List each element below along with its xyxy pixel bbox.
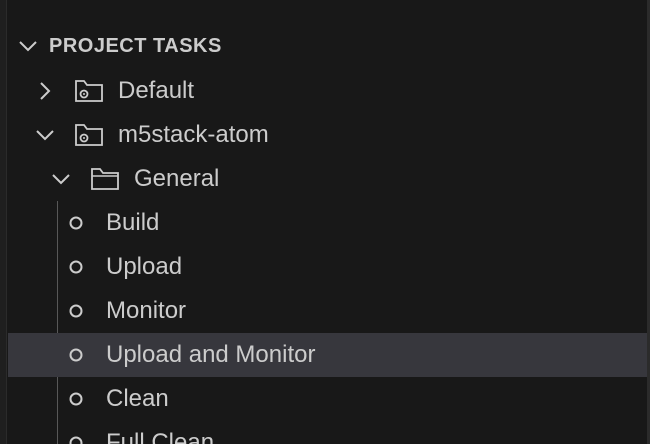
circle-icon — [69, 304, 83, 318]
section-title: PROJECT TASKS — [49, 34, 222, 57]
chevron-down-icon — [36, 130, 54, 141]
task-item-full-clean[interactable]: Full Clean — [8, 421, 647, 444]
circle-icon — [69, 392, 83, 406]
circle-icon — [69, 216, 83, 230]
project-folder-gear-icon — [75, 80, 103, 102]
tree-item-label: m5stack-atom — [118, 121, 269, 148]
task-item-build[interactable]: Build — [8, 201, 647, 245]
chevron-down-icon — [19, 41, 37, 52]
circle-icon — [69, 260, 83, 274]
folder-icon — [91, 168, 119, 190]
task-item-upload[interactable]: Upload — [8, 245, 647, 289]
circle-icon — [69, 348, 83, 362]
task-label: Build — [106, 209, 160, 236]
task-label: Upload — [106, 253, 183, 280]
tree-item-general[interactable]: General — [8, 157, 647, 201]
chevron-right-icon — [40, 82, 51, 100]
task-label: Clean — [106, 385, 169, 412]
task-label: Full Clean — [106, 429, 215, 444]
panel-left-border — [0, 0, 7, 444]
tree-item-m5stack-atom[interactable]: m5stack-atom — [8, 113, 647, 157]
task-item-upload-and-monitor[interactable]: Upload and Monitor — [8, 333, 647, 377]
circle-icon — [69, 436, 83, 444]
task-item-clean[interactable]: Clean — [8, 377, 647, 421]
section-header-project-tasks[interactable]: PROJECT TASKS — [8, 24, 647, 68]
task-label: Upload and Monitor — [106, 341, 316, 368]
tree-item-label: General — [134, 165, 220, 192]
task-item-monitor[interactable]: Monitor — [8, 289, 647, 333]
project-folder-gear-icon — [75, 124, 103, 146]
tree-item-label: Default — [118, 77, 195, 104]
task-label: Monitor — [106, 297, 187, 324]
tree-item-default[interactable]: Default — [8, 69, 647, 113]
chevron-down-icon — [52, 174, 70, 185]
project-tasks-panel: PROJECT TASKS Default m5stack-atom Gener… — [0, 0, 650, 444]
